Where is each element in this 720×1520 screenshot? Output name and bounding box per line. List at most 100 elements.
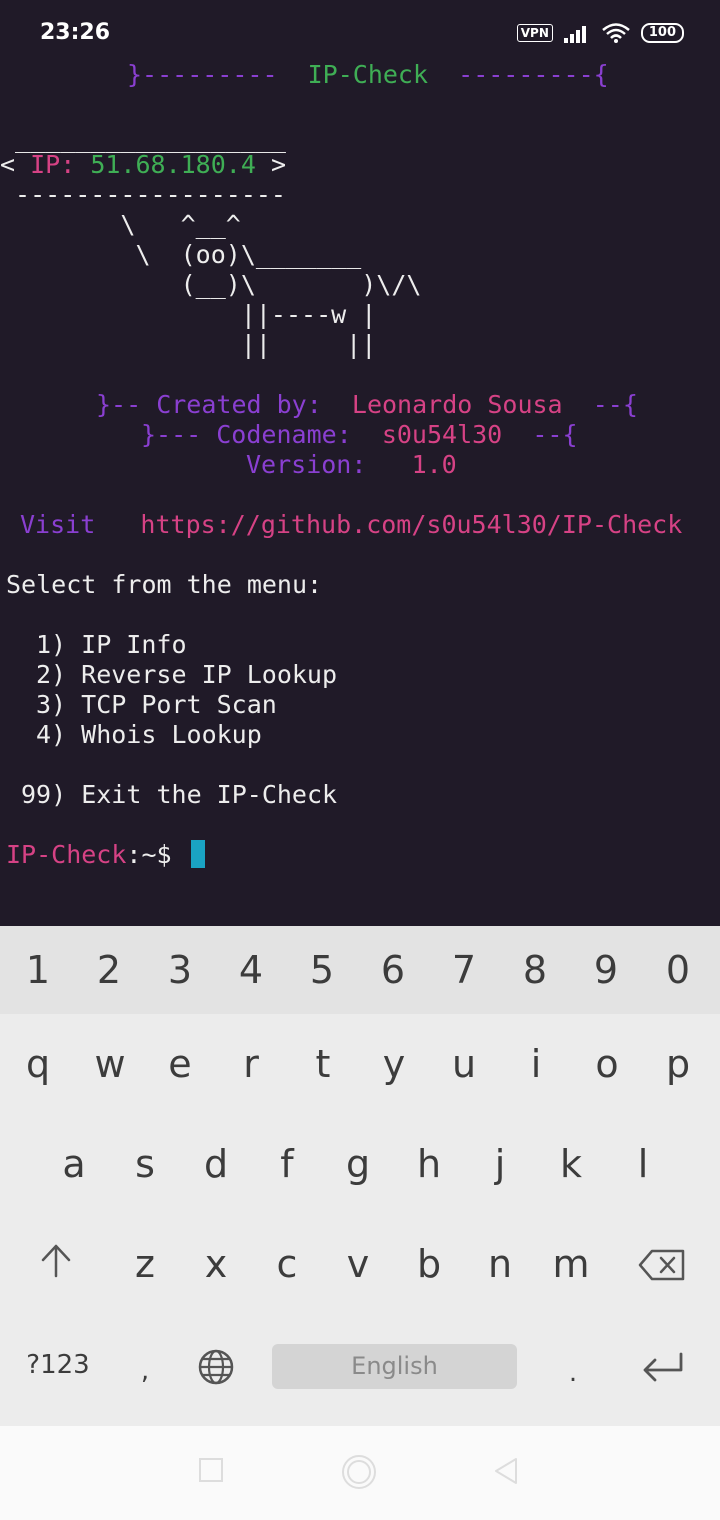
status-time: 23:26 <box>40 20 111 45</box>
version-label: Version: <box>246 450 367 479</box>
back-icon[interactable] <box>492 1456 520 1486</box>
shift-key[interactable] <box>26 1242 86 1282</box>
exit-item: 99) Exit the IP-Check <box>21 780 338 809</box>
status-icons: VPN 100 <box>516 22 684 44</box>
key-y[interactable]: y <box>364 1042 424 1086</box>
cow-line: \ ^__^ <box>0 210 241 239</box>
key-2[interactable]: 2 <box>79 948 139 992</box>
key-k[interactable]: k <box>541 1142 601 1186</box>
key-3[interactable]: 3 <box>150 948 210 992</box>
visit-label: Visit <box>20 510 96 539</box>
key-6[interactable]: 6 <box>363 948 423 992</box>
key-j[interactable]: j <box>470 1142 530 1186</box>
created-prefix: }-- Created by: <box>96 390 322 419</box>
space-key[interactable]: English <box>272 1344 517 1389</box>
ip-bubble-line: < IP: 51.68.180.4 > <box>0 150 286 180</box>
created-suffix: --{ <box>592 390 638 419</box>
text-cursor <box>190 840 205 868</box>
period-key[interactable]: . <box>558 1358 588 1388</box>
banner-right: ---------{ <box>458 60 609 89</box>
key-0[interactable]: 0 <box>648 948 708 992</box>
backspace-key[interactable] <box>632 1248 692 1286</box>
key-n[interactable]: n <box>470 1242 530 1286</box>
author-name: Leonardo Sousa <box>351 390 563 419</box>
recents-icon[interactable] <box>198 1456 224 1484</box>
visit-line: Visit https://github.com/s0u54l30/IP-Che… <box>20 510 682 540</box>
ip-value: 51.68.180.4 <box>90 150 256 179</box>
number-row: 1 2 3 4 5 6 7 8 9 0 <box>0 926 720 1014</box>
cow-line: || || <box>0 330 377 359</box>
codename-line: }--- Codename: s0u54l30 --{ <box>141 420 578 450</box>
menu-item: 2) Reverse IP Lookup <box>36 660 338 689</box>
key-z[interactable]: z <box>115 1242 175 1286</box>
cow-line: ||----w | <box>0 300 377 329</box>
enter-icon <box>643 1352 683 1382</box>
key-f[interactable]: f <box>257 1142 317 1186</box>
signal-icon <box>563 26 586 43</box>
prompt-symbol: :~$ <box>126 840 172 869</box>
enter-key[interactable] <box>636 1350 688 1386</box>
menu-item: 1) IP Info <box>36 630 187 659</box>
key-w[interactable]: w <box>80 1042 140 1086</box>
banner-title: IP-Check <box>307 60 429 89</box>
backspace-icon <box>638 1249 685 1281</box>
key-h[interactable]: h <box>399 1142 459 1186</box>
bubble-close: > <box>255 150 287 179</box>
key-a[interactable]: a <box>44 1142 104 1186</box>
codename-suffix: --{ <box>532 420 578 449</box>
prompt-name: IP-Check <box>6 840 127 869</box>
key-v[interactable]: v <box>328 1242 388 1286</box>
key-g[interactable]: g <box>328 1142 388 1186</box>
key-7[interactable]: 7 <box>434 948 494 992</box>
cow-line: (__)\ )\/\ <box>0 270 422 299</box>
battery-icon: 100 <box>640 23 684 43</box>
key-u[interactable]: u <box>434 1042 494 1086</box>
wifi-icon <box>602 23 630 43</box>
key-t[interactable]: t <box>293 1042 353 1086</box>
banner-line: }--------- IP-Check ---------{ <box>127 60 609 90</box>
banner-left: }--------- <box>127 60 278 89</box>
key-l[interactable]: l <box>613 1142 673 1186</box>
key-s[interactable]: s <box>115 1142 175 1186</box>
github-link[interactable]: https://github.com/s0u54l30/IP-Check <box>140 510 682 539</box>
codename-value: s0u54l30 <box>381 420 503 449</box>
shift-icon <box>41 1244 71 1278</box>
key-o[interactable]: o <box>577 1042 637 1086</box>
comma-key[interactable]: , <box>130 1356 160 1386</box>
prompt-line[interactable]: IP-Check:~$ <box>6 840 205 870</box>
key-9[interactable]: 9 <box>576 948 636 992</box>
symbols-key[interactable]: ?123 <box>18 1350 98 1380</box>
key-b[interactable]: b <box>399 1242 459 1286</box>
key-1[interactable]: 1 <box>8 948 68 992</box>
menu-item: 3) TCP Port Scan <box>36 690 277 719</box>
key-r[interactable]: r <box>221 1042 281 1086</box>
bubble-bottom: ------------------ <box>0 180 286 209</box>
key-8[interactable]: 8 <box>505 948 565 992</box>
language-key[interactable] <box>196 1348 236 1390</box>
created-line: }-- Created by: Leonardo Sousa --{ <box>96 390 638 420</box>
menu-title: Select from the menu: <box>6 570 323 599</box>
version-value: 1.0 <box>411 450 457 479</box>
ip-label: IP: <box>30 150 76 179</box>
codename-prefix: }--- Codename: <box>141 420 352 449</box>
globe-icon <box>198 1349 234 1385</box>
key-e[interactable]: e <box>150 1042 210 1086</box>
bubble-open: < <box>0 150 31 179</box>
key-p[interactable]: p <box>648 1042 708 1086</box>
home-icon[interactable] <box>340 1453 378 1491</box>
key-x[interactable]: x <box>186 1242 246 1286</box>
cow-line: \ (oo)\_______ <box>0 240 362 269</box>
key-d[interactable]: d <box>186 1142 246 1186</box>
navigation-bar <box>0 1426 720 1520</box>
key-5[interactable]: 5 <box>292 948 352 992</box>
menu-item: 4) Whois Lookup <box>36 720 262 749</box>
vpn-icon: VPN <box>516 24 553 42</box>
key-c[interactable]: c <box>257 1242 317 1286</box>
key-q[interactable]: q <box>8 1042 68 1086</box>
soft-keyboard: 1 2 3 4 5 6 7 8 9 0 q w e r t y u i o p … <box>0 926 720 1426</box>
key-m[interactable]: m <box>541 1242 601 1286</box>
key-4[interactable]: 4 <box>221 948 281 992</box>
version-line: Version: 1.0 <box>246 450 457 480</box>
key-i[interactable]: i <box>506 1042 566 1086</box>
terminal-output[interactable]: }--------- IP-Check ---------{ _________… <box>0 60 720 926</box>
